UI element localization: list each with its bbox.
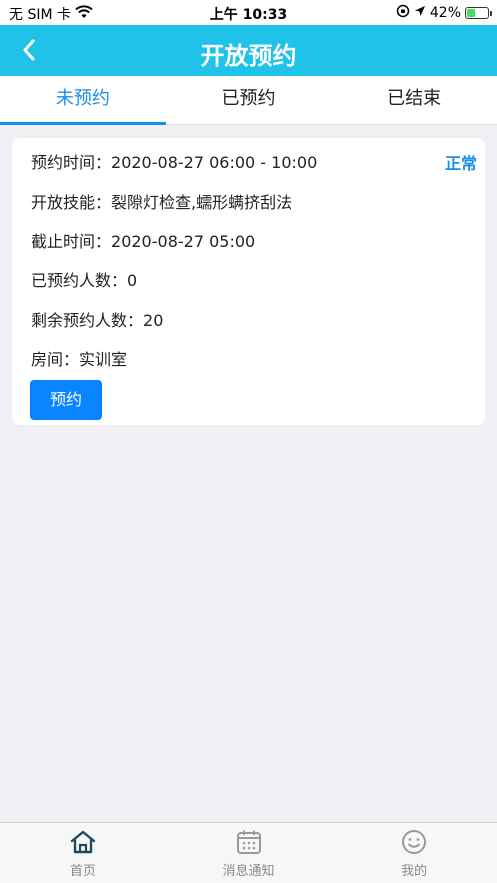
row-value: 裂隙灯检查,蠕形螨挤刮法 bbox=[111, 193, 293, 212]
home-icon bbox=[69, 828, 97, 856]
info-row-booked-count: 已预约人数：0 bbox=[31, 267, 137, 291]
bottom-tab-bar: 首页 消息通知 我的 bbox=[0, 822, 497, 883]
info-row-time: 预约时间：2020-08-27 06:00 - 10:00 bbox=[31, 149, 317, 173]
status-badge: 正常 bbox=[444, 154, 477, 173]
bottom-tab-label: 首页 bbox=[69, 864, 96, 879]
tab-booked[interactable]: 已预约 bbox=[166, 76, 332, 124]
battery-percent: 42% bbox=[429, 5, 461, 21]
info-row-remaining-count: 剩余预约人数：20 bbox=[31, 307, 163, 331]
bottom-tab-home[interactable]: 首页 bbox=[0, 823, 166, 883]
navigation-bar: 开放预约 bbox=[0, 25, 497, 76]
row-value: 2020-08-27 05:00 bbox=[111, 232, 256, 251]
row-value: 实训室 bbox=[79, 350, 128, 369]
appointment-card: 正常 预约时间：2020-08-27 06:00 - 10:00 开放技能：裂隙… bbox=[12, 138, 485, 425]
bottom-tab-messages[interactable]: 消息通知 bbox=[166, 823, 332, 883]
row-label: 剩余预约人数： bbox=[31, 311, 144, 330]
calendar-icon bbox=[235, 828, 263, 856]
row-label: 房间： bbox=[31, 350, 80, 369]
info-row-room: 房间：实训室 bbox=[31, 346, 127, 370]
battery-icon bbox=[465, 7, 492, 19]
info-row-skills: 开放技能：裂隙灯检查,蠕形螨挤刮法 bbox=[31, 189, 292, 213]
row-label: 开放技能： bbox=[31, 193, 112, 212]
row-label: 预约时间： bbox=[31, 153, 112, 172]
row-value: 20 bbox=[143, 311, 164, 330]
smiley-icon bbox=[400, 828, 428, 856]
tab-not-booked[interactable]: 未预约 bbox=[0, 76, 166, 125]
row-value: 2020-08-27 06:00 - 10:00 bbox=[111, 153, 318, 172]
page-title: 开放预约 bbox=[200, 42, 297, 70]
status-bar: 无 SIM 卡 上午 10:33 42% bbox=[0, 0, 497, 25]
book-button[interactable]: 预约 bbox=[30, 380, 102, 420]
bottom-tab-profile[interactable]: 我的 bbox=[331, 823, 497, 883]
tab-bar: 未预约 已预约 已结束 bbox=[0, 76, 497, 125]
rotation-lock-icon bbox=[396, 4, 410, 22]
row-value: 0 bbox=[127, 271, 138, 290]
tab-ended[interactable]: 已结束 bbox=[331, 76, 497, 124]
row-label: 截止时间： bbox=[31, 232, 112, 251]
bottom-tab-label: 我的 bbox=[401, 864, 428, 879]
bottom-tab-label: 消息通知 bbox=[222, 864, 275, 879]
info-row-deadline: 截止时间：2020-08-27 05:00 bbox=[31, 228, 255, 252]
location-icon bbox=[414, 5, 426, 21]
row-label: 已预约人数： bbox=[31, 271, 128, 290]
